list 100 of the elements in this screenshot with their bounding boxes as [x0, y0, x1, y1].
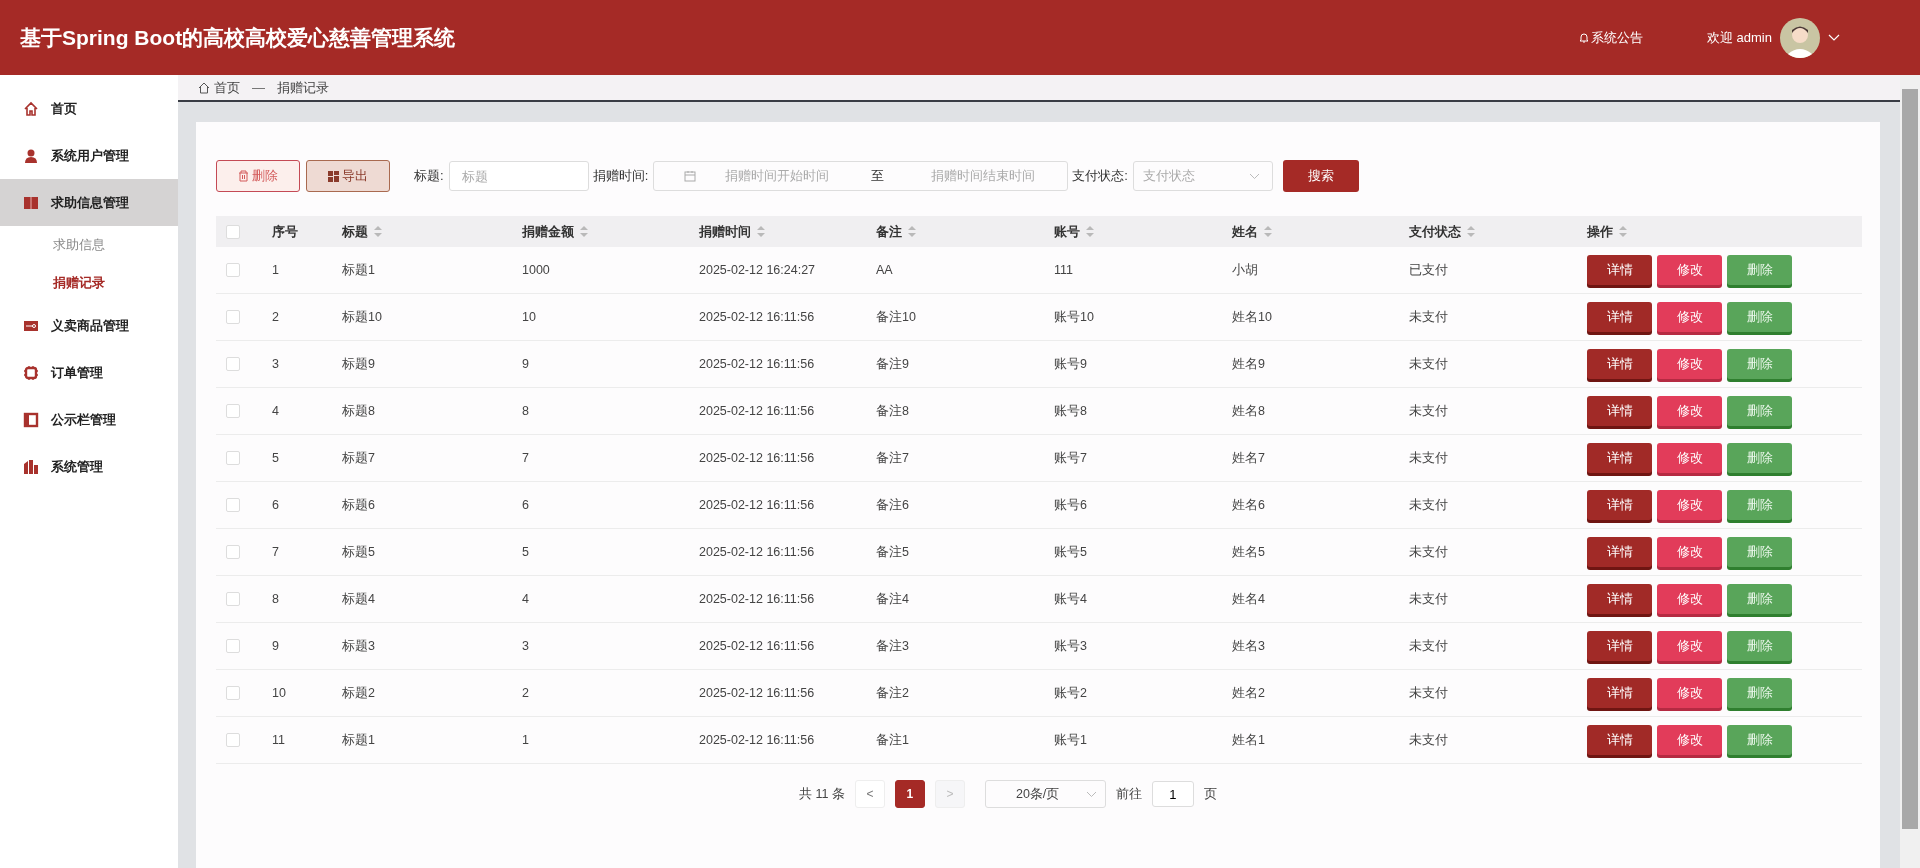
row-checkbox[interactable] — [226, 592, 240, 606]
title-input[interactable]: 标题 — [448, 161, 589, 191]
sort-icon[interactable] — [580, 226, 588, 237]
home-icon — [198, 81, 210, 94]
avatar[interactable] — [1780, 17, 1820, 58]
column-header[interactable]: 标题 — [342, 222, 368, 241]
export-button[interactable]: 导出 — [306, 160, 390, 192]
detail-button[interactable]: 详情 — [1587, 490, 1652, 520]
app-title: 基于Spring Boot的高校高校爱心慈善管理系统 — [20, 24, 456, 51]
column-header[interactable]: 账号 — [1054, 222, 1080, 241]
detail-button[interactable]: 详情 — [1587, 255, 1652, 285]
page-input[interactable]: 1 — [1151, 781, 1194, 807]
table-cell: 3 — [272, 357, 279, 371]
table-cell: 8 — [272, 592, 279, 606]
notice-link[interactable]: 系统公告 — [1578, 28, 1643, 47]
row-checkbox[interactable] — [226, 357, 240, 371]
detail-button[interactable]: 详情 — [1587, 302, 1652, 332]
sort-icon[interactable] — [908, 226, 916, 237]
home-icon — [23, 100, 39, 117]
menu-item[interactable]: 订单管理 — [0, 349, 178, 396]
edit-button[interactable]: 修改 — [1657, 631, 1722, 661]
sort-icon[interactable] — [757, 226, 765, 237]
scrollbar[interactable] — [1900, 75, 1920, 868]
column-header[interactable]: 捐赠时间 — [699, 222, 751, 241]
column-header[interactable]: 备注 — [876, 222, 902, 241]
column-header[interactable]: 序号 — [272, 222, 298, 241]
column-header[interactable]: 姓名 — [1232, 222, 1258, 241]
page-button[interactable]: 1 — [894, 780, 925, 808]
menu-item[interactable]: 义卖商品管理 — [0, 302, 178, 349]
column-header[interactable]: 支付状态 — [1409, 222, 1461, 241]
menu-item[interactable]: 系统管理 — [0, 443, 178, 490]
table-cell: 未支付 — [1409, 543, 1448, 561]
date-range-picker[interactable]: 捐赠时间开始时间 至 捐赠时间结束时间 — [653, 161, 1069, 191]
table-cell: 备注6 — [876, 496, 909, 514]
breadcrumb-link[interactable]: 首页 — [214, 78, 240, 97]
welcome-text: 欢迎 admin — [1706, 28, 1772, 47]
detail-button[interactable]: 详情 — [1587, 396, 1652, 426]
detail-button[interactable]: 详情 — [1587, 678, 1652, 708]
person-icon — [23, 147, 39, 164]
edit-button[interactable]: 修改 — [1657, 725, 1722, 755]
table-cell: 备注8 — [876, 402, 909, 420]
edit-button[interactable]: 修改 — [1657, 443, 1722, 473]
table-cell: 6 — [522, 498, 529, 512]
row-checkbox[interactable] — [226, 451, 240, 465]
sort-icon[interactable] — [1086, 226, 1094, 237]
submenu-item[interactable]: 捐赠记录 — [0, 264, 178, 302]
bell-icon — [1578, 32, 1589, 43]
detail-button[interactable]: 详情 — [1587, 631, 1652, 661]
prev-page-button[interactable]: < — [854, 780, 885, 808]
row-checkbox[interactable] — [226, 310, 240, 324]
breadcrumb-link[interactable]: 捐赠记录 — [277, 78, 329, 97]
edit-button[interactable]: 修改 — [1657, 678, 1722, 708]
table-cell: 姓名5 — [1232, 543, 1265, 561]
detail-button[interactable]: 详情 — [1587, 537, 1652, 567]
row-checkbox[interactable] — [226, 498, 240, 512]
edit-button[interactable]: 修改 — [1657, 490, 1722, 520]
table-cell: 标题1 — [342, 261, 375, 279]
detail-button[interactable]: 详情 — [1587, 349, 1652, 379]
row-checkbox[interactable] — [226, 404, 240, 418]
end-date-placeholder: 捐赠时间结束时间 — [930, 167, 1037, 185]
detail-button[interactable]: 详情 — [1587, 725, 1652, 755]
field-label: 捐赠时间: — [592, 167, 649, 185]
row-checkbox[interactable] — [226, 686, 240, 700]
detail-button[interactable]: 详情 — [1587, 443, 1652, 473]
table-cell: 8 — [522, 404, 529, 418]
edit-button[interactable]: 修改 — [1657, 255, 1722, 285]
row-checkbox[interactable] — [226, 639, 240, 653]
table-cell: 未支付 — [1409, 496, 1448, 514]
menu-item[interactable]: 首页 — [0, 85, 178, 132]
search-button[interactable]: 搜索 — [1282, 160, 1359, 192]
table-cell: 7 — [272, 545, 279, 559]
row-checkbox[interactable] — [226, 733, 240, 747]
table-cell: 10 — [522, 310, 536, 324]
select-all-checkbox[interactable] — [226, 224, 240, 239]
edit-button[interactable]: 修改 — [1657, 537, 1722, 567]
menu-item[interactable]: 求助信息管理 — [0, 179, 178, 226]
table-cell: 4 — [272, 404, 279, 418]
page-size-select[interactable]: 20条/页 — [984, 780, 1106, 808]
sort-icon[interactable] — [1467, 226, 1475, 237]
sort-icon[interactable] — [1619, 226, 1627, 237]
column-header[interactable]: 捐赠金额 — [522, 222, 574, 241]
edit-button[interactable]: 修改 — [1657, 302, 1722, 332]
menu-item[interactable]: 系统用户管理 — [0, 132, 178, 179]
table-cell: 标题6 — [342, 496, 375, 514]
edit-button[interactable]: 修改 — [1657, 396, 1722, 426]
detail-button[interactable]: 详情 — [1587, 584, 1652, 614]
table-cell: 2025-02-12 16:11:56 — [699, 733, 815, 747]
column-header[interactable]: 操作 — [1587, 222, 1613, 241]
table-cell: 标题10 — [342, 308, 382, 326]
chevron-down-icon[interactable] — [1828, 33, 1840, 42]
submenu-item[interactable]: 求助信息 — [0, 226, 178, 264]
sort-icon[interactable] — [374, 226, 382, 237]
table-cell: 备注1 — [876, 731, 909, 749]
row-checkbox[interactable] — [226, 263, 240, 277]
row-checkbox[interactable] — [226, 545, 240, 559]
edit-button[interactable]: 修改 — [1657, 349, 1722, 379]
menu-item[interactable]: 公示栏管理 — [0, 396, 178, 443]
edit-button[interactable]: 修改 — [1657, 584, 1722, 614]
delete-button[interactable]: 删除 — [216, 160, 300, 192]
sort-icon[interactable] — [1264, 226, 1272, 237]
